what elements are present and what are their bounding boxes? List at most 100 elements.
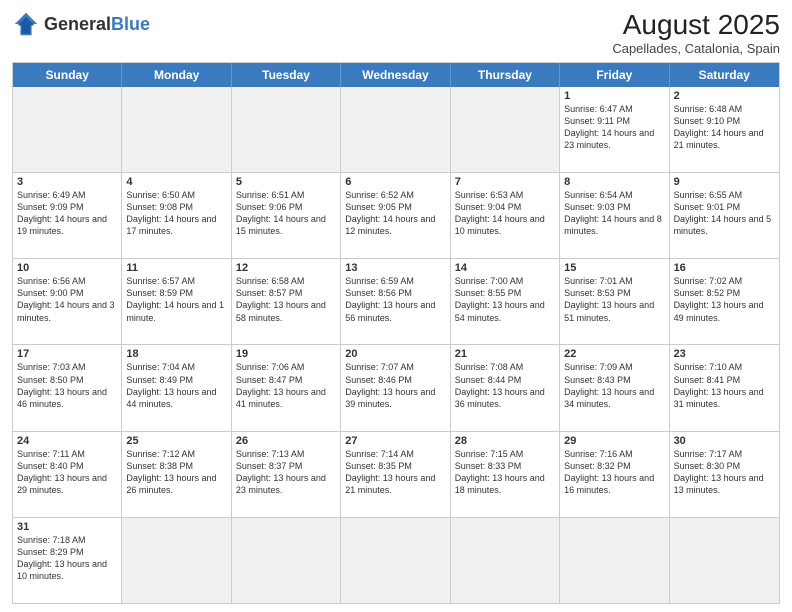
header-day-tuesday: Tuesday	[232, 63, 341, 87]
calendar-cell: 19Sunrise: 7:06 AM Sunset: 8:47 PM Dayli…	[232, 345, 341, 430]
cell-info: Sunrise: 7:08 AM Sunset: 8:44 PM Dayligh…	[455, 361, 555, 410]
calendar-row-3: 17Sunrise: 7:03 AM Sunset: 8:50 PM Dayli…	[13, 344, 779, 430]
header-day-monday: Monday	[122, 63, 231, 87]
cell-info: Sunrise: 7:14 AM Sunset: 8:35 PM Dayligh…	[345, 448, 445, 497]
calendar-cell: 16Sunrise: 7:02 AM Sunset: 8:52 PM Dayli…	[670, 259, 779, 344]
calendar-cell	[13, 87, 122, 172]
day-number: 23	[674, 348, 775, 360]
calendar-row-1: 3Sunrise: 6:49 AM Sunset: 9:09 PM Daylig…	[13, 172, 779, 258]
cell-info: Sunrise: 7:18 AM Sunset: 8:29 PM Dayligh…	[17, 534, 117, 583]
logo-text: GeneralBlue	[44, 15, 150, 33]
cell-info: Sunrise: 6:47 AM Sunset: 9:11 PM Dayligh…	[564, 103, 664, 152]
day-number: 31	[17, 521, 117, 533]
day-number: 4	[126, 176, 226, 188]
calendar-cell	[232, 87, 341, 172]
cell-info: Sunrise: 6:54 AM Sunset: 9:03 PM Dayligh…	[564, 189, 664, 238]
cell-info: Sunrise: 7:06 AM Sunset: 8:47 PM Dayligh…	[236, 361, 336, 410]
cell-info: Sunrise: 7:02 AM Sunset: 8:52 PM Dayligh…	[674, 275, 775, 324]
day-number: 11	[126, 262, 226, 274]
calendar-cell	[122, 518, 231, 603]
title-block: August 2025 Capellades, Catalonia, Spain	[612, 10, 780, 56]
location: Capellades, Catalonia, Spain	[612, 41, 780, 56]
header-day-friday: Friday	[560, 63, 669, 87]
calendar-cell: 24Sunrise: 7:11 AM Sunset: 8:40 PM Dayli…	[13, 432, 122, 517]
calendar-cell: 26Sunrise: 7:13 AM Sunset: 8:37 PM Dayli…	[232, 432, 341, 517]
calendar-cell: 21Sunrise: 7:08 AM Sunset: 8:44 PM Dayli…	[451, 345, 560, 430]
cell-info: Sunrise: 7:12 AM Sunset: 8:38 PM Dayligh…	[126, 448, 226, 497]
day-number: 28	[455, 435, 555, 447]
calendar-cell	[341, 518, 450, 603]
calendar-cell: 8Sunrise: 6:54 AM Sunset: 9:03 PM Daylig…	[560, 173, 669, 258]
calendar-cell: 17Sunrise: 7:03 AM Sunset: 8:50 PM Dayli…	[13, 345, 122, 430]
calendar-cell: 4Sunrise: 6:50 AM Sunset: 9:08 PM Daylig…	[122, 173, 231, 258]
calendar-cell: 11Sunrise: 6:57 AM Sunset: 8:59 PM Dayli…	[122, 259, 231, 344]
day-number: 30	[674, 435, 775, 447]
calendar-body: 1Sunrise: 6:47 AM Sunset: 9:11 PM Daylig…	[13, 87, 779, 603]
day-number: 18	[126, 348, 226, 360]
cell-info: Sunrise: 6:49 AM Sunset: 9:09 PM Dayligh…	[17, 189, 117, 238]
cell-info: Sunrise: 7:00 AM Sunset: 8:55 PM Dayligh…	[455, 275, 555, 324]
calendar-cell: 20Sunrise: 7:07 AM Sunset: 8:46 PM Dayli…	[341, 345, 450, 430]
calendar-cell: 25Sunrise: 7:12 AM Sunset: 8:38 PM Dayli…	[122, 432, 231, 517]
cell-info: Sunrise: 6:50 AM Sunset: 9:08 PM Dayligh…	[126, 189, 226, 238]
cell-info: Sunrise: 6:53 AM Sunset: 9:04 PM Dayligh…	[455, 189, 555, 238]
day-number: 2	[674, 90, 775, 102]
header-day-wednesday: Wednesday	[341, 63, 450, 87]
calendar-cell	[122, 87, 231, 172]
calendar-cell: 10Sunrise: 6:56 AM Sunset: 9:00 PM Dayli…	[13, 259, 122, 344]
calendar-cell: 13Sunrise: 6:59 AM Sunset: 8:56 PM Dayli…	[341, 259, 450, 344]
day-number: 5	[236, 176, 336, 188]
calendar-header-row: SundayMondayTuesdayWednesdayThursdayFrid…	[13, 63, 779, 87]
logo-blue: Blue	[111, 14, 150, 34]
day-number: 25	[126, 435, 226, 447]
calendar-cell	[341, 87, 450, 172]
day-number: 19	[236, 348, 336, 360]
day-number: 8	[564, 176, 664, 188]
cell-info: Sunrise: 6:55 AM Sunset: 9:01 PM Dayligh…	[674, 189, 775, 238]
day-number: 15	[564, 262, 664, 274]
logo-icon	[12, 10, 40, 38]
calendar-cell: 2Sunrise: 6:48 AM Sunset: 9:10 PM Daylig…	[670, 87, 779, 172]
header: GeneralBlue August 2025 Capellades, Cata…	[12, 10, 780, 56]
calendar-row-4: 24Sunrise: 7:11 AM Sunset: 8:40 PM Dayli…	[13, 431, 779, 517]
calendar-cell	[670, 518, 779, 603]
header-day-thursday: Thursday	[451, 63, 560, 87]
cell-info: Sunrise: 7:10 AM Sunset: 8:41 PM Dayligh…	[674, 361, 775, 410]
calendar-cell: 30Sunrise: 7:17 AM Sunset: 8:30 PM Dayli…	[670, 432, 779, 517]
calendar-cell: 12Sunrise: 6:58 AM Sunset: 8:57 PM Dayli…	[232, 259, 341, 344]
day-number: 14	[455, 262, 555, 274]
header-day-saturday: Saturday	[670, 63, 779, 87]
day-number: 3	[17, 176, 117, 188]
calendar-cell: 15Sunrise: 7:01 AM Sunset: 8:53 PM Dayli…	[560, 259, 669, 344]
logo: GeneralBlue	[12, 10, 150, 38]
day-number: 12	[236, 262, 336, 274]
day-number: 17	[17, 348, 117, 360]
cell-info: Sunrise: 7:09 AM Sunset: 8:43 PM Dayligh…	[564, 361, 664, 410]
calendar-cell: 1Sunrise: 6:47 AM Sunset: 9:11 PM Daylig…	[560, 87, 669, 172]
day-number: 29	[564, 435, 664, 447]
day-number: 16	[674, 262, 775, 274]
calendar-cell: 27Sunrise: 7:14 AM Sunset: 8:35 PM Dayli…	[341, 432, 450, 517]
logo-general: General	[44, 14, 111, 34]
calendar-cell: 22Sunrise: 7:09 AM Sunset: 8:43 PM Dayli…	[560, 345, 669, 430]
calendar-cell: 6Sunrise: 6:52 AM Sunset: 9:05 PM Daylig…	[341, 173, 450, 258]
day-number: 22	[564, 348, 664, 360]
cell-info: Sunrise: 7:07 AM Sunset: 8:46 PM Dayligh…	[345, 361, 445, 410]
calendar: SundayMondayTuesdayWednesdayThursdayFrid…	[12, 62, 780, 604]
day-number: 24	[17, 435, 117, 447]
calendar-cell: 18Sunrise: 7:04 AM Sunset: 8:49 PM Dayli…	[122, 345, 231, 430]
cell-info: Sunrise: 7:03 AM Sunset: 8:50 PM Dayligh…	[17, 361, 117, 410]
cell-info: Sunrise: 6:51 AM Sunset: 9:06 PM Dayligh…	[236, 189, 336, 238]
day-number: 26	[236, 435, 336, 447]
cell-info: Sunrise: 6:52 AM Sunset: 9:05 PM Dayligh…	[345, 189, 445, 238]
day-number: 6	[345, 176, 445, 188]
cell-info: Sunrise: 7:16 AM Sunset: 8:32 PM Dayligh…	[564, 448, 664, 497]
calendar-cell: 28Sunrise: 7:15 AM Sunset: 8:33 PM Dayli…	[451, 432, 560, 517]
calendar-cell: 3Sunrise: 6:49 AM Sunset: 9:09 PM Daylig…	[13, 173, 122, 258]
calendar-cell: 9Sunrise: 6:55 AM Sunset: 9:01 PM Daylig…	[670, 173, 779, 258]
day-number: 20	[345, 348, 445, 360]
calendar-cell: 31Sunrise: 7:18 AM Sunset: 8:29 PM Dayli…	[13, 518, 122, 603]
calendar-row-2: 10Sunrise: 6:56 AM Sunset: 9:00 PM Dayli…	[13, 258, 779, 344]
cell-info: Sunrise: 7:04 AM Sunset: 8:49 PM Dayligh…	[126, 361, 226, 410]
header-day-sunday: Sunday	[13, 63, 122, 87]
